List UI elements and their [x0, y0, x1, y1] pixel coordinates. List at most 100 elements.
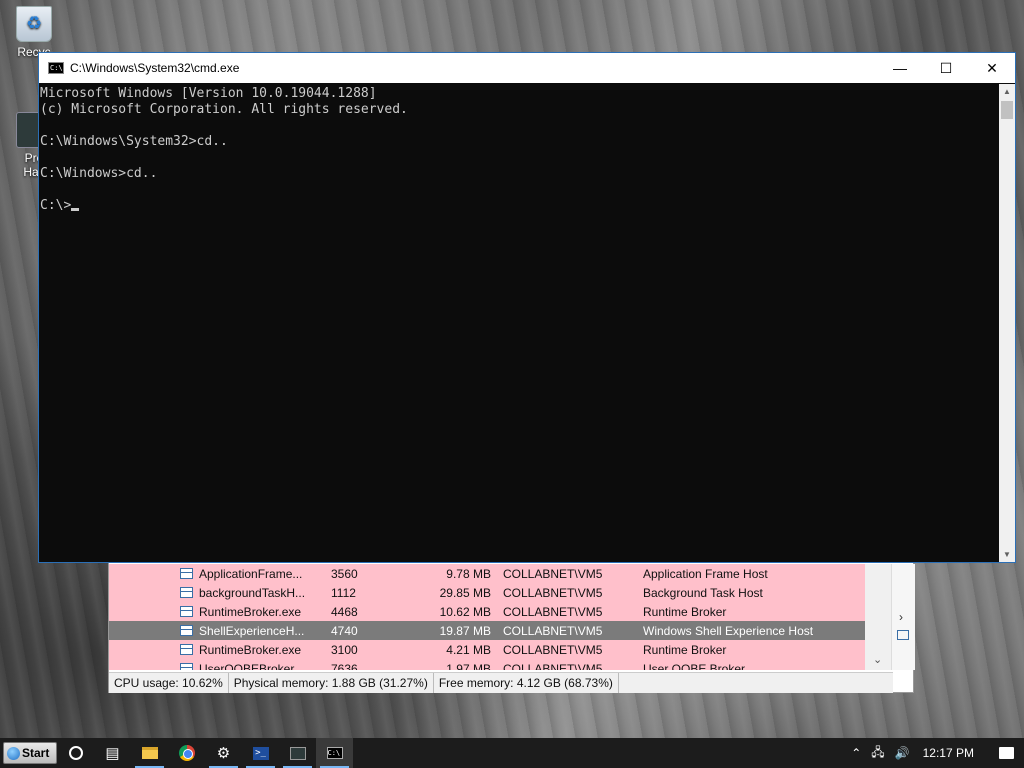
- cmd-window[interactable]: C:\ C:\Windows\System32\cmd.exe — ☐ ✕ Mi…: [38, 52, 1016, 563]
- table-row[interactable]: backgroundTaskH... 1112 29.85 MB COLLABNET\…: [109, 583, 865, 602]
- taskbar: Start ▤ ⚙ >_ C:\ ⌃ 🖧 🔊 12:17 PM: [0, 738, 1024, 768]
- powershell-icon: >_: [252, 746, 269, 760]
- physical-memory: Physical memory: 1.88 GB (31.27%): [229, 673, 434, 693]
- side-panel: ›: [891, 564, 915, 670]
- console-line: C:\Windows>cd..: [40, 166, 999, 182]
- process-description: Runtime Broker: [643, 642, 727, 657]
- process-pid: 3560: [331, 566, 358, 581]
- scrollbar-thumb[interactable]: [1001, 101, 1013, 119]
- cmd-icon[interactable]: C:\: [48, 62, 64, 74]
- process-description: Application Frame Host: [643, 566, 768, 581]
- cpu-usage: CPU usage: 10.62%: [109, 673, 229, 693]
- process-hacker-icon: [289, 746, 306, 760]
- scroll-down-icon[interactable]: ⌄: [873, 653, 882, 666]
- cmd-icon: C:\: [326, 747, 343, 759]
- process-list-scrollbar[interactable]: ⌄: [865, 564, 891, 670]
- process-icon: [180, 587, 193, 598]
- process-name: RuntimeBroker.exe: [199, 642, 302, 657]
- process-memory: 1.97 MB: [446, 661, 491, 671]
- status-bar: CPU usage: 10.62% Physical memory: 1.88 …: [109, 672, 893, 693]
- file-explorer-button[interactable]: [131, 738, 168, 768]
- process-memory: 29.85 MB: [439, 585, 491, 600]
- console-line-text: Microsoft Windows [Version 10.0.19044.12…: [40, 86, 377, 101]
- text-cursor: [71, 208, 80, 211]
- console-line-text: C:\Windows>cd..: [40, 166, 158, 181]
- process-user: COLLABNET\VM5: [503, 585, 603, 600]
- search-button[interactable]: [57, 738, 94, 768]
- process-icon: [180, 568, 193, 579]
- table-row[interactable]: RuntimeBroker.exe 4468 10.62 MB COLLABNET\V…: [109, 602, 865, 621]
- scroll-up-icon[interactable]: ▲: [1003, 87, 1011, 96]
- maximize-button[interactable]: ☐: [923, 53, 969, 83]
- process-description: Runtime Broker: [643, 604, 727, 619]
- window-icon: [897, 630, 909, 640]
- volume-icon[interactable]: 🔊: [890, 746, 915, 760]
- process-user: COLLABNET\VM5: [503, 642, 603, 657]
- powershell-button[interactable]: >_: [242, 738, 279, 768]
- settings-icon: ⚙: [216, 745, 231, 762]
- clock[interactable]: 12:17 PM: [915, 746, 988, 760]
- chevron-up-icon[interactable]: ⌃: [846, 746, 866, 760]
- minimize-button[interactable]: —: [877, 53, 923, 83]
- process-description: User OOBE Broker: [643, 661, 746, 671]
- table-row[interactable]: ApplicationFrame... 3560 9.78 MB COLLABNET\…: [109, 564, 865, 583]
- console-output[interactable]: Microsoft Windows [Version 10.0.19044.12…: [39, 84, 999, 562]
- process-icon: [180, 606, 193, 617]
- process-name: RuntimeBroker.exe: [199, 604, 302, 619]
- settings-button[interactable]: ⚙: [205, 738, 242, 768]
- console-line-text: (c) Microsoft Corporation. All rights re…: [40, 102, 408, 117]
- console-scrollbar[interactable]: ▲ ▼: [999, 84, 1015, 562]
- task-view-icon: ▤: [105, 745, 120, 762]
- close-button[interactable]: ✕: [969, 53, 1015, 83]
- process-pid: 4740: [331, 623, 358, 638]
- task-view-button[interactable]: ▤: [94, 738, 131, 768]
- process-memory: 4.21 MB: [446, 642, 491, 657]
- process-user: COLLABNET\VM5: [503, 566, 603, 581]
- process-icon: [180, 644, 193, 655]
- recycle-bin-icon: [16, 6, 52, 42]
- file-explorer-icon: [141, 747, 158, 759]
- windows-orb-icon: [7, 746, 20, 760]
- chrome-button[interactable]: [168, 738, 205, 768]
- chevron-right-icon[interactable]: ›: [899, 610, 903, 624]
- start-button[interactable]: Start: [3, 742, 57, 764]
- process-pid: 3100: [331, 642, 358, 657]
- table-row[interactable]: RuntimeBroker.exe 3100 4.21 MB COLLABNET\VM…: [109, 640, 865, 659]
- process-pid: 7636: [331, 661, 358, 671]
- process-hacker-button[interactable]: [279, 738, 316, 768]
- cmd-taskbar-button[interactable]: C:\: [316, 738, 353, 768]
- process-user: COLLABNET\VM5: [503, 623, 603, 638]
- process-memory: 10.62 MB: [439, 604, 491, 619]
- process-pid: 4468: [331, 604, 358, 619]
- chrome-icon: [178, 745, 195, 761]
- title-bar[interactable]: C:\ C:\Windows\System32\cmd.exe — ☐ ✕: [39, 53, 1015, 83]
- process-memory: 9.78 MB: [446, 566, 491, 581]
- process-name: ApplicationFrame...: [199, 566, 303, 581]
- process-user: COLLABNET\VM5: [503, 661, 603, 671]
- process-name: UserOOBEBroker...: [199, 661, 304, 671]
- process-name: backgroundTaskH...: [199, 585, 306, 600]
- scroll-down-icon[interactable]: ▼: [1003, 550, 1011, 559]
- process-user: COLLABNET\VM5: [503, 604, 603, 619]
- process-description: Windows Shell Experience Host: [643, 623, 814, 638]
- console-line: C:\>: [40, 198, 999, 214]
- process-name: ShellExperienceH...: [199, 623, 305, 638]
- process-icon: [180, 625, 193, 636]
- console-line-text: C:\>: [40, 198, 72, 213]
- notifications-button[interactable]: [988, 738, 1024, 768]
- table-row[interactable]: ShellExperienceH... 4740 19.87 MB COLLABNET…: [109, 621, 865, 640]
- system-tray: ⌃ 🖧 🔊 12:17 PM: [846, 738, 1024, 768]
- window-title: C:\Windows\System32\cmd.exe: [70, 61, 240, 75]
- process-pid: 1112: [331, 585, 356, 600]
- process-description: Background Task Host: [643, 585, 763, 600]
- console-line: (c) Microsoft Corporation. All rights re…: [40, 102, 999, 118]
- table-row[interactable]: UserOOBEBroker... 7636 1.97 MB COLLABNET\VM…: [109, 659, 865, 670]
- search-icon: [68, 746, 83, 760]
- start-label: Start: [22, 746, 50, 760]
- notification-icon: [998, 747, 1014, 759]
- free-memory: Free memory: 4.12 GB (68.73%): [434, 673, 619, 693]
- network-icon[interactable]: 🖧: [866, 743, 889, 764]
